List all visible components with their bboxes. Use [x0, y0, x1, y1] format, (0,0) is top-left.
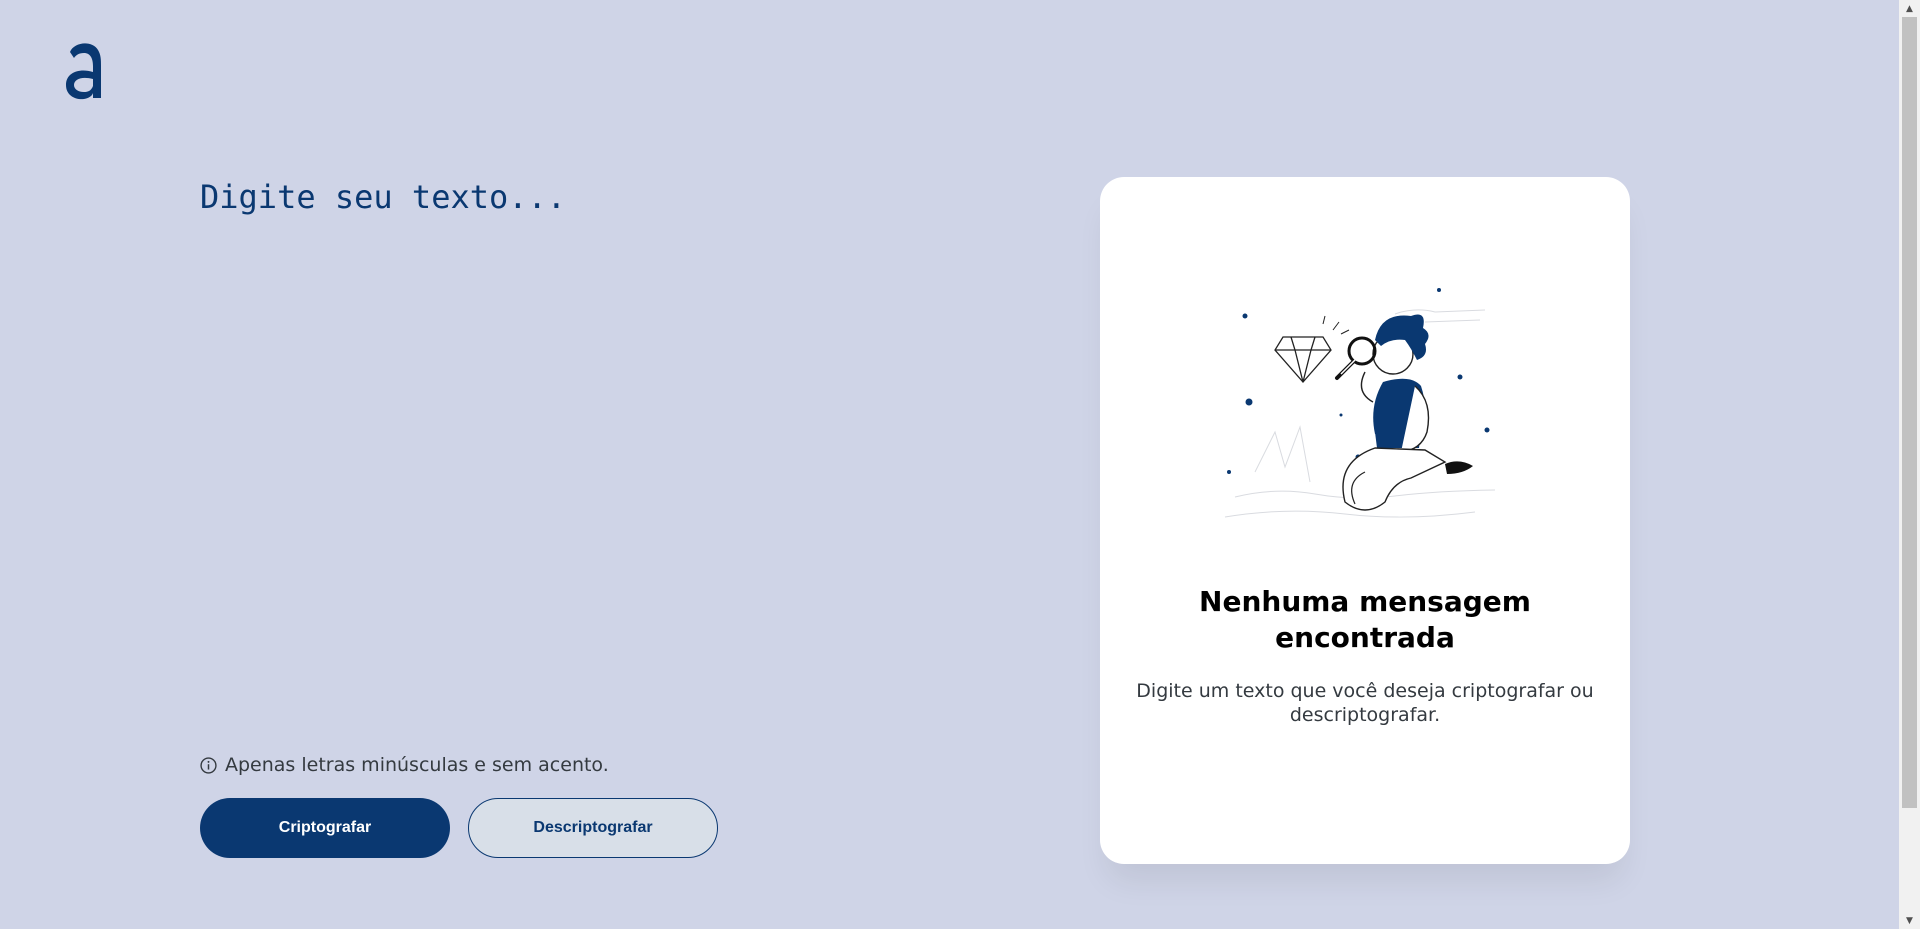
result-panel: Nenhuma mensagem encontrada Digite um te…	[1100, 177, 1630, 864]
encrypt-button[interactable]: Criptografar	[200, 798, 450, 858]
input-hint: Apenas letras minúsculas e sem acento.	[200, 754, 609, 776]
decrypt-button[interactable]: Descriptografar	[468, 798, 718, 858]
hint-text: Apenas letras minúsculas e sem acento.	[225, 754, 609, 776]
scroll-thumb[interactable]	[1902, 17, 1917, 808]
scroll-up-icon[interactable]: ▲	[1899, 0, 1920, 17]
result-title: Nenhuma mensagem encontrada	[1199, 585, 1531, 654]
result-message: Digite um texto que você deseja criptogr…	[1136, 680, 1594, 726]
vertical-scrollbar[interactable]: ▲ ▼	[1899, 0, 1920, 929]
info-icon	[200, 756, 217, 774]
scroll-down-icon[interactable]: ▼	[1899, 912, 1920, 929]
alura-logo-icon[interactable]	[60, 36, 108, 102]
man-with-magnifying-glass-illustration	[1224, 288, 1496, 518]
message-input[interactable]	[200, 178, 1020, 718]
page: Apenas letras minúsculas e sem acento. C…	[0, 0, 1920, 929]
